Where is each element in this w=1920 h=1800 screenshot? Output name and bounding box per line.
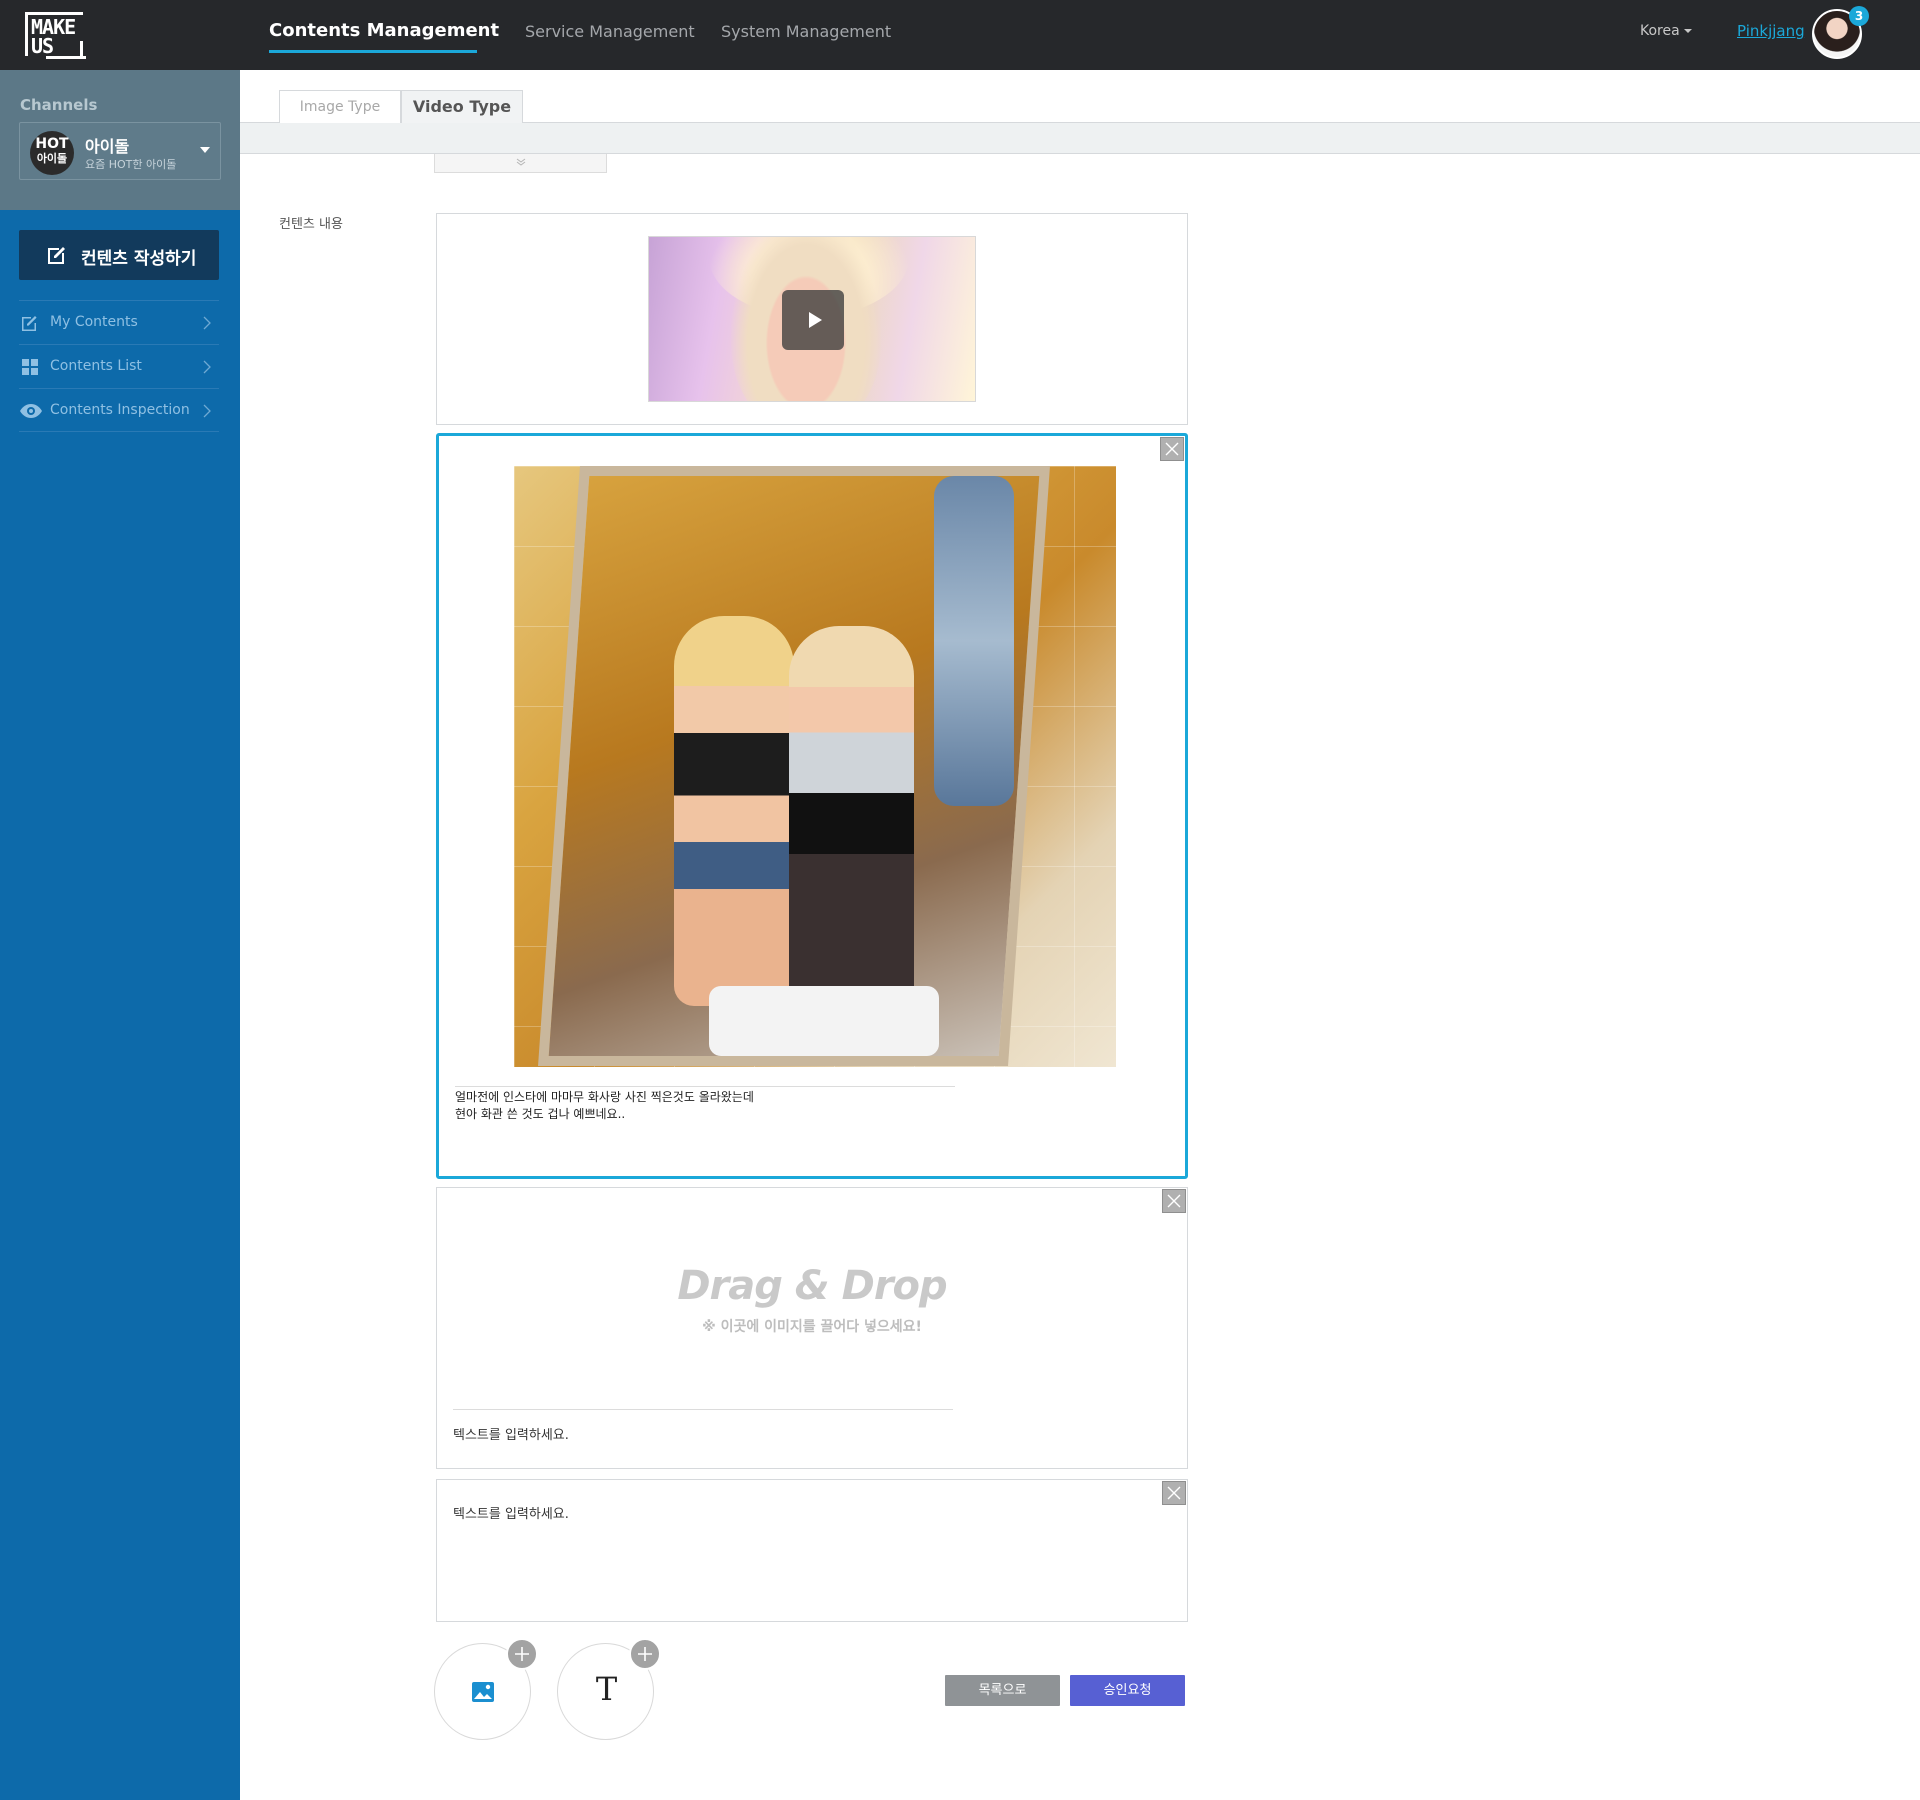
remove-block-button[interactable]: [1162, 1481, 1186, 1505]
channel-badge-line2: 아이돌: [36, 152, 68, 165]
back-to-list-button[interactable]: 목록으로: [945, 1675, 1060, 1706]
video-thumbnail[interactable]: [648, 236, 976, 402]
image-icon: [472, 1682, 494, 1702]
sidebar-item-label: Contents Inspection: [50, 402, 190, 418]
write-content-label: 컨텐츠 작성하기: [81, 249, 197, 269]
add-image-block-button[interactable]: [434, 1638, 538, 1740]
sidebar-item-my-contents[interactable]: My Contents: [19, 300, 219, 344]
photo-caption-text[interactable]: 얼마전에 인스타에 마마무 화사랑 사진 찍은것도 올라왔는데 현아 화관 쓴 …: [455, 1089, 754, 1123]
top-bar: MAKE US Contents Management Service Mana…: [0, 0, 1920, 70]
nav-system-management[interactable]: System Management: [721, 22, 891, 41]
eye-icon: [20, 404, 42, 418]
grid-icon: [22, 359, 38, 375]
close-icon: [1167, 1486, 1181, 1500]
nav-contents-management[interactable]: Contents Management: [269, 20, 499, 41]
content-field-label: 컨텐츠 내용: [279, 217, 343, 232]
edit-icon: [48, 247, 65, 264]
channel-badge: HOT 아이돌: [30, 131, 74, 175]
close-icon: [1165, 442, 1179, 456]
request-approval-button[interactable]: 승인요청: [1070, 1675, 1185, 1706]
photo-jacket-shape: [934, 476, 1014, 806]
chevron-right-icon: [203, 360, 211, 374]
add-badge: [506, 1638, 538, 1670]
expand-toggle[interactable]: [434, 154, 607, 173]
username-link[interactable]: Pinkjjang: [1737, 22, 1805, 40]
image-drop-block[interactable]: Drag & Drop ※ 이곳에 이미지를 끌어다 넣으세요! 텍스트를 입력…: [436, 1187, 1188, 1469]
content-type-tabs: Image Type Video Type: [240, 70, 1920, 124]
play-button[interactable]: [782, 290, 844, 350]
region-label: Korea: [1640, 23, 1680, 39]
channel-subtitle: 요즘 HOT한 아이돌: [85, 158, 177, 171]
remove-block-button[interactable]: [1160, 437, 1184, 461]
chevron-right-icon: [203, 316, 211, 330]
tab-image-type[interactable]: Image Type: [279, 90, 401, 124]
plus-icon: [638, 1647, 652, 1661]
text-icon: T: [595, 1670, 618, 1708]
write-content-button[interactable]: 컨텐츠 작성하기: [19, 230, 219, 280]
sidebar: Channels HOT 아이돌 아이돌 요즘 HOT한 아이돌 컨텐츠 작성하…: [0, 70, 240, 1800]
region-select[interactable]: Korea: [1640, 23, 1692, 39]
sidebar-item-contents-list[interactable]: Contents List: [19, 344, 219, 388]
form-header-bar: [240, 123, 1920, 154]
photo-sink-shape: [709, 986, 939, 1056]
caret-down-icon: [200, 147, 210, 153]
uploaded-photo[interactable]: [514, 466, 1116, 1067]
channel-name: 아이돌: [85, 137, 130, 156]
sidebar-item-label: My Contents: [50, 314, 138, 330]
add-badge: [629, 1638, 661, 1670]
chevron-down-icon: [516, 158, 526, 166]
edit-icon: [22, 316, 37, 331]
sidebar-item-label: Contents List: [50, 358, 142, 374]
logo-line2: US: [31, 34, 54, 58]
photo-person-shape: [674, 616, 794, 1006]
text-block[interactable]: 텍스트를 입력하세요.: [436, 1479, 1188, 1622]
caret-down-icon: [1683, 29, 1692, 33]
sidebar-item-contents-inspection[interactable]: Contents Inspection: [19, 388, 219, 432]
block-divider: [453, 1409, 953, 1410]
video-block[interactable]: [436, 213, 1188, 425]
drop-zone-title: Drag & Drop: [677, 1263, 947, 1309]
nav-active-underline: [269, 50, 477, 53]
logo-frame-right: [80, 41, 83, 59]
add-text-block-button[interactable]: T: [557, 1638, 661, 1740]
sidebar-menu: My Contents Contents List Contents Inspe…: [19, 300, 219, 432]
drop-zone-hint: ※ 이곳에 이미지를 끌어다 넣으세요!: [702, 1319, 922, 1335]
text-input-placeholder[interactable]: 텍스트를 입력하세요.: [453, 1424, 569, 1443]
text-input-placeholder[interactable]: 텍스트를 입력하세요.: [453, 1503, 569, 1522]
play-icon: [809, 312, 822, 328]
close-icon: [1167, 1194, 1181, 1208]
nav-service-management[interactable]: Service Management: [525, 22, 695, 41]
image-text-block[interactable]: 얼마전에 인스타에 마마무 화사랑 사진 찍은것도 올라왔는데 현아 화관 쓴 …: [436, 433, 1188, 1179]
channels-panel: Channels HOT 아이돌 아이돌 요즘 HOT한 아이돌: [0, 70, 240, 210]
make-us-logo[interactable]: MAKE US: [25, 12, 86, 59]
block-divider: [455, 1086, 955, 1087]
plus-icon: [515, 1647, 529, 1661]
channels-title: Channels: [20, 96, 98, 114]
channel-select[interactable]: HOT 아이돌 아이돌 요즘 HOT한 아이돌: [19, 122, 221, 180]
notification-badge[interactable]: 3: [1849, 6, 1869, 26]
channel-badge-line1: HOT: [35, 136, 69, 152]
photo-person-shape: [789, 626, 914, 1006]
remove-block-button[interactable]: [1162, 1189, 1186, 1213]
tab-video-type[interactable]: Video Type: [401, 90, 523, 124]
chevron-right-icon: [203, 404, 211, 418]
